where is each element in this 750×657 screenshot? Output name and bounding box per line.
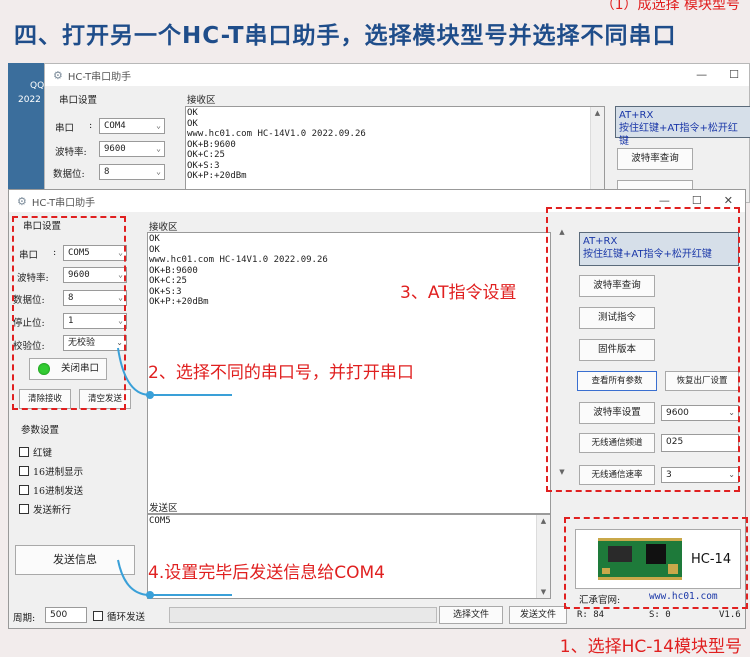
back-at-box: AT+RX 按住红键+AT指令+松开红键 [615,106,750,147]
back-baud-label: 波特率: [55,147,87,158]
step2-annotation: 2、选择不同的串口号，并打开串口 [148,363,414,383]
receive-count: R: 84 [577,610,605,620]
back-receive-text: OK OK www.hc01.com HC-14V1.0 2022.09.26 … [187,108,366,181]
module-highlight [564,517,748,609]
back-window-controls: — ☐ [696,68,739,81]
progress-bar [169,607,437,623]
back-port-value: COM4 [104,121,126,131]
send-area[interactable]: COM5 [147,514,551,599]
redkey-label: 红键 [33,448,53,459]
front-window-controls: — ☐ ✕ [659,194,733,207]
send-text: COM5 [149,516,171,526]
send-file-button[interactable]: 发送文件 [509,606,567,624]
loop-send-label: 循环发送 [107,612,146,623]
front-window-title: HC-T串口助手 [31,197,96,209]
version-label: V1.6 [719,610,741,620]
period-value: 500 [50,610,68,620]
send-newline-checkbox[interactable]: 发送新行 [19,502,71,516]
send-newline-label: 发送新行 [33,505,72,516]
hex-display-checkbox[interactable]: 16进制显示 [19,464,83,478]
step3-annotation: 3、AT指令设置 [400,283,517,303]
checkbox-box[interactable] [19,485,29,495]
close-icon[interactable]: ✕ [724,194,733,207]
checkbox-box[interactable] [19,504,29,514]
back-baud-query-button[interactable]: 波特率查询 [617,148,693,170]
back-databits-select[interactable]: 8 ⌄ [99,164,165,180]
minimize-icon[interactable]: — [696,68,707,81]
step4-annotation: 4.设置完毕后发送信息给COM4 [148,563,385,583]
back-port-select[interactable]: COM4 ⌄ [99,118,165,134]
back-at-line2: 按住红键+AT指令+松开红键 [619,123,738,147]
back-window: ⚙ HC-T串口助手 — ☐ 串口设置 接收区 串口 : COM4 ⌄ 波特率: … [44,63,750,204]
checkbox-box[interactable] [19,447,29,457]
back-port-label: 串口 [55,123,75,134]
chevron-down-icon: ⌄ [156,144,161,153]
gear-icon: ⚙ [17,194,27,208]
hex-display-label: 16进制显示 [33,467,84,478]
period-input[interactable]: 500 [45,607,87,623]
back-title-bar: ⚙ HC-T串口助手 [45,64,749,86]
back-databits-value: 8 [104,167,110,177]
chevron-down-icon: ⌄ [156,167,161,176]
scroll-up-icon[interactable]: ▲ [537,517,550,525]
send-message-button[interactable]: 发送信息 [15,545,135,575]
scroll-down-icon[interactable]: ▼ [537,588,550,596]
scroll-up-icon[interactable]: ▲ [591,109,604,117]
gear-icon: ⚙ [53,68,63,82]
hex-send-checkbox[interactable]: 16进制发送 [19,483,83,497]
choose-file-button[interactable]: 选择文件 [439,606,503,624]
back-baud-select[interactable]: 9600 ⌄ [99,141,165,157]
serial-settings-highlight [12,216,126,410]
desktop-icon-label: QQ [30,81,45,91]
desktop-icon-label: 2022 [18,95,41,105]
back-baud-value: 9600 [104,144,126,154]
back-at-line1: AT+RX [619,110,654,121]
send-area-label: 发送区 [149,503,178,514]
at-settings-highlight [546,207,740,492]
page-heading: 四、打开另一个HC-T串口助手，选择模块型号并选择不同串口 [14,23,677,49]
colon: : [89,120,93,131]
back-window-title: HC-T串口助手 [67,71,132,83]
step1-caption: 1、选择HC-14模块型号 [559,637,742,657]
back-serial-group: 串口设置 [59,95,98,106]
redkey-checkbox[interactable]: 红键 [19,445,52,459]
loop-send-checkbox[interactable]: 循环发送 [93,609,145,623]
send-scrollbar[interactable]: ▲ ▼ [536,515,550,598]
checkbox-box[interactable] [93,611,103,621]
param-group-title: 参数设置 [21,425,60,436]
chevron-down-icon: ⌄ [156,121,161,130]
period-label: 周期: [13,613,36,624]
back-databits-label: 数据位: [53,169,85,180]
send-count: S: 0 [649,610,671,620]
minimize-icon[interactable]: — [659,194,670,207]
desktop-strip: QQ 2022 [8,63,48,193]
checkbox-box[interactable] [19,466,29,476]
maximize-icon[interactable]: ☐ [729,68,739,81]
receive-area-label: 接收区 [149,222,178,233]
back-receive-label: 接收区 [187,95,216,106]
maximize-icon[interactable]: ☐ [692,194,702,207]
top-red-caption-fragment: （1）成选择 模块型号 [600,0,740,13]
hex-send-label: 16进制发送 [33,486,84,497]
